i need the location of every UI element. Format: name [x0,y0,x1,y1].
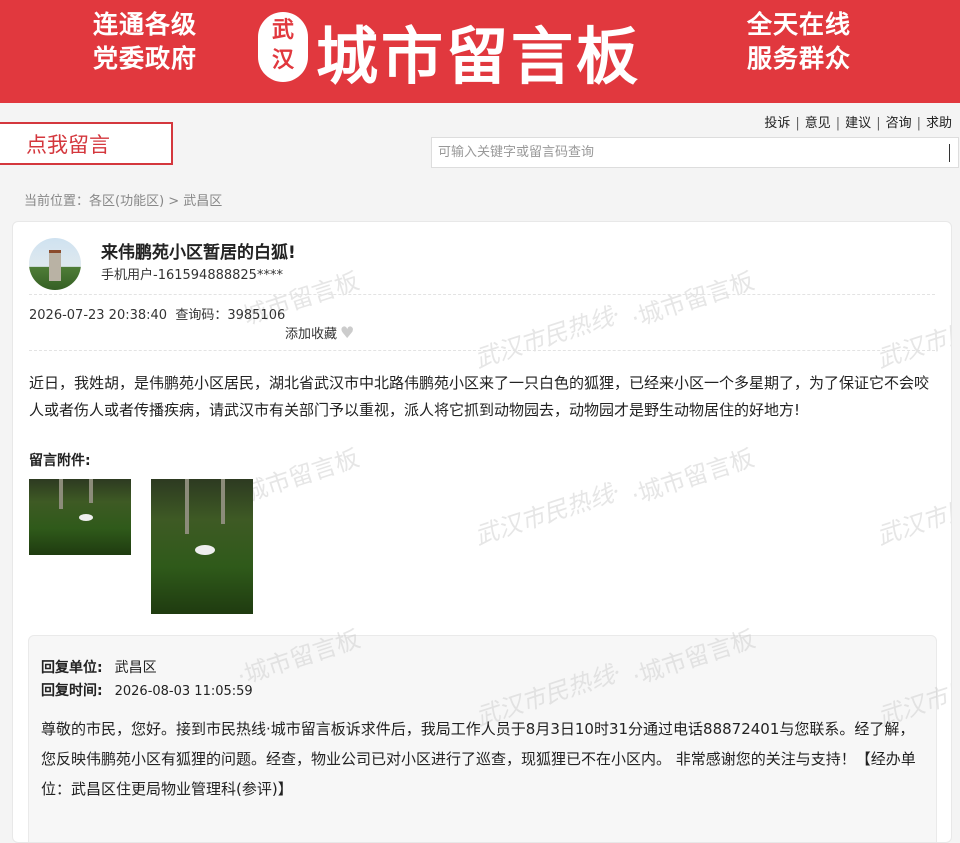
watermark: 武汉市民热线· [873,477,952,551]
watermark: ·城市留言板 [627,266,758,333]
divider [29,350,935,351]
fox-image [195,545,215,555]
slogan-line: 连通各级 [93,10,198,39]
user-avatar [29,238,81,290]
fox-image [79,514,93,521]
divider [29,294,935,295]
quicklink-help[interactable]: 求助 [926,116,952,131]
wuhan-seal-logo: 武 汉 [258,12,308,82]
heart-icon[interactable]: ♥ [340,323,354,342]
breadcrumb: 当前位置：各区(功能区) > 武昌区 [24,194,223,209]
post-meta: 2026-07-23 20:38:40 查询码：3985106 [29,304,285,323]
watermark: ·城市留言板 [627,443,758,510]
header-banner: 连通各级 党委政府 武 汉 城市留言板 全天在线 服务群众 [0,0,960,103]
post-title: 来伟鹏苑小区暂居的白狐! [101,243,296,263]
attachments-label: 留言附件: [29,453,91,469]
quicklink-consult[interactable]: 咨询 [886,116,912,131]
quicklink-opinion[interactable]: 意见 [805,116,831,131]
reply-time: 2026-08-03 11:05:59 [114,684,253,699]
site-brand-title[interactable]: 城市留言板 [316,6,641,96]
quicklink-complaint[interactable]: 投诉 [764,116,790,131]
banner-left-slogan: 连通各级 党委政府 [93,8,197,76]
banner-right-slogan: 全天在线 服务群众 [747,8,851,76]
post-author: 手机用户-161594888825**** [101,268,283,283]
attachment-thumbnail[interactable] [151,479,253,614]
search-placeholder: 可输入关键字或留言码查询 [438,145,595,160]
watermark: 武汉市民热线· [471,477,625,551]
slogan-line: 全天在线 [747,10,852,39]
reply-content: 尊敬的市民，您好。接到市民热线·城市留言板诉求件后，我局工作人员于8月3日10时… [41,720,916,798]
category-quicklinks: 投诉 | 意见 | 建议 | 咨询 | 求助 [764,116,952,131]
post-datetime: 2026-07-23 20:38:40 [29,308,168,323]
search-input[interactable]: 可输入关键字或留言码查询 [431,137,959,168]
favorite-label: 添加收藏 [285,327,338,342]
leave-message-button[interactable]: 点我留言 [0,122,173,165]
quicklink-suggestion[interactable]: 建议 [845,116,871,131]
reply-time-label: 回复时间: [41,683,103,699]
post-content: 近日，我姓胡，是伟鹏苑小区居民，湖北省武汉市中北路伟鹏苑小区来了一只白色的狐狸，… [29,374,930,419]
watermark: 武汉市民热线· [873,300,952,374]
official-reply: ·城市留言板 ·城市留言板 武汉市民热线· 武汉市民热线· 回复单位: 武昌区 回… [28,625,951,842]
reply-time-row: 回复时间: 2026-08-03 11:05:59 [41,680,253,700]
slogan-line: 服务群众 [747,44,852,73]
reply-unit: 武昌区 [114,660,157,676]
tower-image [49,250,61,281]
text-caret [949,144,950,162]
reply-unit-row: 回复单位: 武昌区 [41,657,157,677]
watermark: ·城市留言板 [628,624,759,691]
post-card: ·城市留言板 ·城市留言板 武汉市民热线· 武汉市民热线· ·城市留言板 ·城市… [12,221,952,843]
slogan-line: 党委政府 [93,44,198,73]
add-favorite-button[interactable]: 添加收藏 ♥ [285,323,354,342]
watermark: 武汉市民热线· [471,300,625,374]
reply-unit-label: 回复单位: [41,660,103,676]
attachment-thumbnail[interactable] [29,479,131,555]
query-code: 查询码：3985106 [175,308,286,323]
